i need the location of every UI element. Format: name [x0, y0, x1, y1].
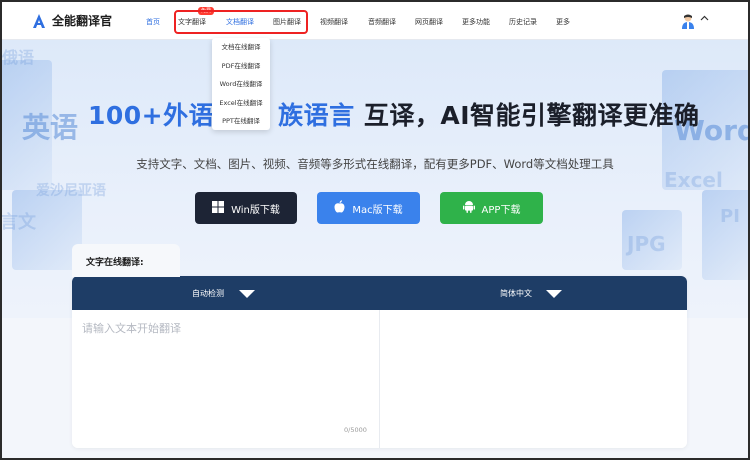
logo-icon: [32, 13, 46, 29]
hero-title-rest: 互译，AI智能引擎翻译更准确: [354, 101, 700, 130]
nav-video-translate[interactable]: 视频翻译: [320, 17, 348, 27]
decor-text: PI: [720, 206, 740, 227]
nav-highlight-box: [174, 10, 308, 34]
text-translate-tab[interactable]: 文字在线翻译:: [72, 244, 180, 277]
top-header: 全能翻译官 首页 文字翻译 免费 文档翻译 图片翻译 视频翻译 音频翻译 网页翻…: [2, 2, 748, 40]
doc-translate-dropdown: 文档在线翻译 PDF在线翻译 Word在线翻译 Excel在线翻译 PPT在线翻…: [212, 38, 270, 130]
caret-down-icon[interactable]: [239, 290, 255, 298]
menu-item-ppt-online[interactable]: PPT在线翻译: [212, 115, 270, 125]
nav-history[interactable]: 历史记录: [509, 17, 537, 27]
hero-title: 100+外语 族语言 互译，AI智能引擎翻译更准确: [88, 96, 700, 132]
mac-download-label: Mac版下载: [352, 204, 403, 216]
caret-down-icon[interactable]: [546, 290, 562, 298]
menu-item-pdf-online[interactable]: PDF在线翻译: [212, 60, 270, 70]
app-name: 全能翻译官: [52, 14, 113, 28]
nav-more-features[interactable]: 更多功能: [462, 17, 490, 27]
windows-icon: [212, 200, 231, 216]
decor-text: 英语: [22, 111, 79, 144]
menu-item-doc-online[interactable]: 文档在线翻译: [212, 41, 270, 51]
chevron-up-icon[interactable]: [700, 14, 709, 26]
language-bar: 自动检测 简体中文: [72, 276, 687, 310]
hero-subtitle: 支持文字、文档、图片、视频、音频等多形式在线翻译，配有更多PDF、Word等文档…: [136, 157, 614, 171]
source-language-select[interactable]: 自动检测: [192, 288, 224, 299]
decor-tile: [702, 190, 748, 280]
avatar-icon[interactable]: [680, 13, 696, 29]
win-download-button[interactable]: Win版下载: [195, 192, 297, 224]
menu-item-excel-online[interactable]: Excel在线翻译: [212, 97, 270, 107]
hero-title-highlight: 100+外语: [88, 101, 215, 130]
logo[interactable]: 全能翻译官: [32, 12, 112, 29]
app-download-label: APP下载: [481, 204, 521, 216]
android-icon: [462, 200, 482, 216]
nav-audio-translate[interactable]: 音频翻译: [368, 17, 396, 27]
source-pane: 0/5000: [72, 310, 380, 448]
char-counter: 0/5000: [344, 426, 367, 434]
decor-text: 俄语: [2, 48, 35, 67]
decor-text: 爱沙尼亚语: [36, 183, 106, 199]
nav-home[interactable]: 首页: [146, 17, 160, 27]
translator-card: 自动检测 简体中文 0/5000: [72, 276, 687, 448]
app-download-button[interactable]: APP下载: [440, 192, 543, 224]
source-text-input[interactable]: [72, 310, 379, 448]
nav-more[interactable]: 更多: [556, 17, 570, 27]
target-pane: [380, 310, 687, 448]
mac-download-button[interactable]: Mac版下载: [317, 192, 420, 224]
menu-item-word-online[interactable]: Word在线翻译: [212, 78, 270, 88]
target-language-select[interactable]: 简体中文: [500, 288, 532, 299]
nav-web-translate[interactable]: 网页翻译: [415, 17, 443, 27]
apple-icon: [334, 200, 352, 216]
hero-title-highlight-2: 族语言: [278, 101, 355, 130]
win-download-label: Win版下载: [231, 204, 280, 216]
app-window: 全能翻译官 首页 文字翻译 免费 文档翻译 图片翻译 视频翻译 音频翻译 网页翻…: [0, 0, 750, 460]
decor-text: JPG: [627, 232, 666, 256]
decor-text: 言文: [2, 212, 36, 233]
